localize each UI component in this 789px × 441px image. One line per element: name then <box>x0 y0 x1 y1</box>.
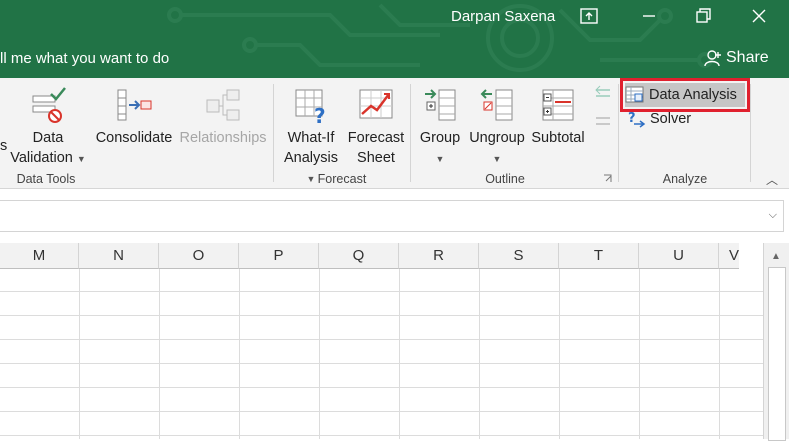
outline-group-label: Outline <box>485 172 525 186</box>
ungroup-button[interactable]: Ungroup ▼ <box>466 86 528 169</box>
column-header-r[interactable]: R <box>399 243 479 269</box>
group-icon <box>425 89 456 121</box>
vertical-scrollbar[interactable]: ▲ <box>763 243 789 441</box>
group-divider <box>410 84 411 182</box>
analyze-group-label: Analyze <box>662 172 708 186</box>
column-header-v[interactable]: V <box>719 243 739 269</box>
solver-icon: ? <box>628 111 646 128</box>
ungroup-label: Ungroup <box>469 130 525 146</box>
what-if-label-line1: What-If <box>287 130 335 146</box>
share-button[interactable]: Share <box>704 49 769 67</box>
dialog-launcher-icon[interactable] <box>603 174 613 184</box>
data-validation-button[interactable]: Data Validation ▼ <box>8 86 88 169</box>
subtotal-icon <box>542 89 574 121</box>
what-if-label-line2: Analysis <box>284 150 338 166</box>
title-bar: Darpan Saxena ll me what you want to do … <box>0 0 789 78</box>
solver-button[interactable]: ? Solver <box>628 110 691 128</box>
formula-bar[interactable]: ⌵ <box>0 200 784 232</box>
forecast-group-label: Forecast <box>317 172 367 186</box>
restore-icon[interactable] <box>692 5 714 27</box>
scroll-up-icon[interactable]: ▲ <box>771 251 781 262</box>
group-divider <box>750 84 751 182</box>
relationships-icon <box>206 89 240 121</box>
forecast-sheet-label-line1: Forecast <box>347 130 405 146</box>
collapse-ribbon-icon[interactable]: ︿ <box>766 171 778 188</box>
data-validation-icon <box>32 87 66 123</box>
ribbon-display-options-icon[interactable] <box>578 5 600 27</box>
subtotal-label: Subtotal <box>531 130 585 146</box>
column-header-n[interactable]: N <box>79 243 159 269</box>
data-tools-group-label: Data Tools <box>16 172 76 186</box>
user-name[interactable]: Darpan Saxena <box>451 8 555 25</box>
share-label: Share <box>726 49 769 66</box>
column-header-p[interactable]: P <box>239 243 319 269</box>
column-header-s[interactable]: S <box>479 243 559 269</box>
what-if-analysis-icon: ? <box>295 89 326 124</box>
data-validation-label-line1: Data <box>32 130 64 146</box>
ungroup-icon <box>480 89 513 121</box>
dropdown-caret-icon: ▼ <box>76 154 86 164</box>
forecast-sheet-button[interactable]: Forecast Sheet <box>346 86 406 168</box>
column-header-m[interactable]: M <box>0 243 79 269</box>
data-validation-label-line2: Validation <box>10 150 73 166</box>
minimize-icon[interactable] <box>638 5 660 27</box>
svg-text:?: ? <box>314 104 326 124</box>
partial-ribbon-label: s <box>0 138 8 154</box>
column-header-u[interactable]: U <box>639 243 719 269</box>
consolidate-label: Consolidate <box>95 130 173 146</box>
solver-label: Solver <box>650 111 692 127</box>
group-label: Group <box>419 130 461 146</box>
relationships-button[interactable]: Relationships <box>178 86 268 148</box>
group-divider <box>273 84 274 182</box>
consolidate-icon <box>117 89 152 121</box>
column-header-q[interactable]: Q <box>319 243 399 269</box>
group-divider <box>618 84 619 182</box>
highlight-box <box>620 78 750 112</box>
expand-formula-bar-icon[interactable]: ⌵ <box>769 209 777 222</box>
close-icon[interactable] <box>748 5 770 27</box>
dropdown-caret-icon: ▼ <box>435 154 445 164</box>
person-icon <box>704 50 721 67</box>
show-hide-detail-icons[interactable] <box>592 84 614 134</box>
group-button[interactable]: Group ▼ <box>414 86 466 169</box>
relationships-label: Relationships <box>179 130 267 146</box>
worksheet-grid[interactable] <box>0 269 763 439</box>
consolidate-button[interactable]: Consolidate <box>92 86 176 148</box>
forecast-sheet-label-line2: Sheet <box>357 150 395 166</box>
subtotal-button[interactable]: Subtotal <box>529 86 587 148</box>
dropdown-caret-icon: ▼ <box>492 154 502 164</box>
column-header-t[interactable]: T <box>559 243 639 269</box>
forecast-sheet-icon <box>359 89 393 119</box>
column-header-o[interactable]: O <box>159 243 239 269</box>
scrollbar-thumb[interactable] <box>768 267 786 441</box>
tell-me-search[interactable]: ll me what you want to do <box>0 50 169 67</box>
column-headers: MNOPQRSTUV <box>0 243 739 269</box>
